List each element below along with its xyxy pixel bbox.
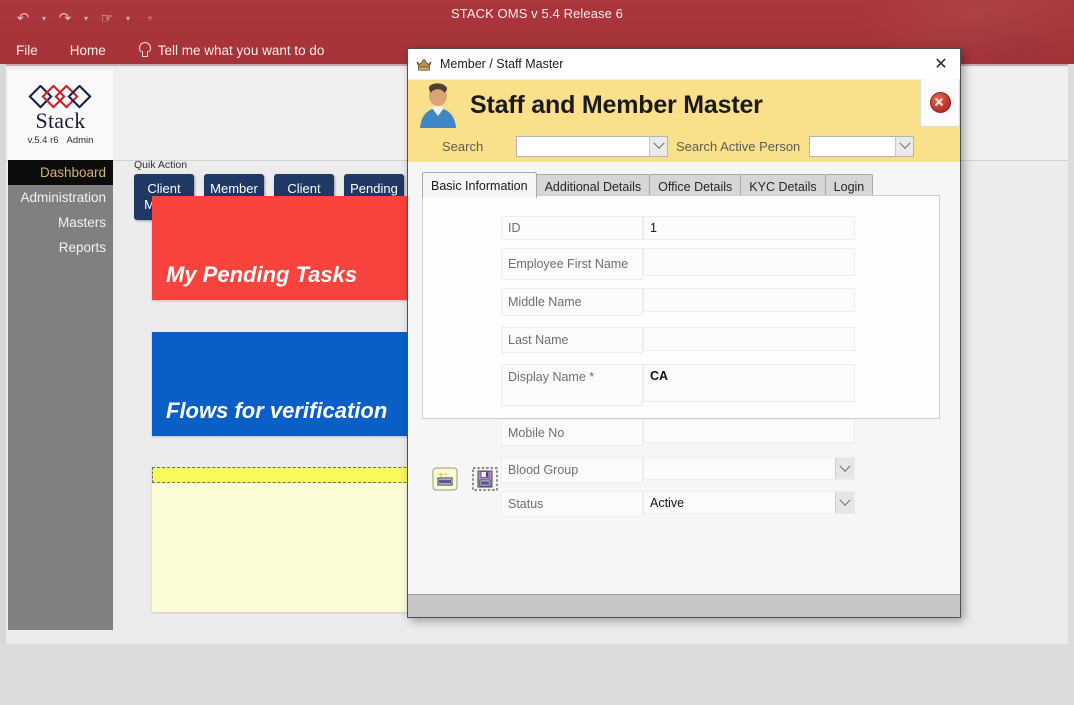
dialog-close-icon[interactable]: ✕ bbox=[926, 51, 956, 77]
btn-line1: Client bbox=[287, 181, 321, 196]
label-blood-group: Blood Group bbox=[501, 457, 643, 483]
search-active-person-combobox[interactable] bbox=[809, 135, 915, 157]
label-employee-first-name: Employee First Name bbox=[501, 248, 643, 280]
select-status[interactable]: Active bbox=[643, 491, 855, 514]
dialog-close-button[interactable] bbox=[920, 79, 960, 127]
sidebar-item-dashboard[interactable]: Dashboard bbox=[8, 160, 113, 185]
btn-line1: Client bbox=[147, 181, 181, 196]
dialog-title: Member / Staff Master bbox=[440, 57, 564, 71]
field-row-middle-name: Middle Name bbox=[501, 288, 855, 316]
tile-label: Flows for verification bbox=[166, 398, 388, 423]
field-row-mobile-no: Mobile No bbox=[501, 419, 855, 446]
basic-information-form: ID 1 Employee First Name Middle Name Las… bbox=[422, 195, 940, 517]
btn-line1: Pending bbox=[350, 181, 398, 196]
input-last-name[interactable] bbox=[643, 327, 855, 351]
new-record-icon[interactable] bbox=[432, 467, 458, 491]
field-row-last-name: Last Name bbox=[501, 327, 855, 353]
tell-me-label: Tell me what you want to do bbox=[157, 42, 325, 58]
save-record-icon[interactable] bbox=[472, 467, 498, 491]
page-background-bottom bbox=[0, 644, 1074, 705]
chevron-down-icon[interactable] bbox=[835, 492, 854, 513]
ribbon-tab-file[interactable]: File bbox=[0, 36, 54, 64]
search-combobox[interactable] bbox=[516, 135, 668, 157]
label-last-name: Last Name bbox=[501, 327, 643, 353]
lightbulb-icon bbox=[138, 42, 151, 58]
ribbon-tab-home[interactable]: Home bbox=[54, 36, 122, 64]
input-employee-first-name[interactable] bbox=[643, 248, 855, 276]
user-avatar-icon bbox=[420, 83, 456, 128]
select-blood-group[interactable] bbox=[643, 457, 855, 480]
logo-role: Admin bbox=[66, 134, 94, 146]
logo-version-role: v.5.4 r6 Admin bbox=[28, 135, 94, 146]
tab-basic-information[interactable]: Basic Information bbox=[422, 172, 537, 198]
tile-label: My Pending Tasks bbox=[166, 262, 358, 287]
selected-status: Active bbox=[650, 495, 685, 510]
window-title: STACK OMS v 5.4 Release 6 bbox=[450, 6, 624, 21]
field-row-display-name: Display Name * CA bbox=[501, 364, 855, 406]
label-id: ID bbox=[501, 216, 643, 240]
stack-logo-icon bbox=[27, 84, 92, 109]
search-active-person-label: Search Active Person bbox=[676, 138, 801, 154]
dialog-status-bar bbox=[408, 594, 960, 617]
field-row-employee-first-name: Employee First Name bbox=[501, 248, 855, 280]
btn-line1: Member bbox=[210, 181, 258, 196]
tell-me-box[interactable]: Tell me what you want to do bbox=[122, 42, 325, 58]
sidebar-nav: Dashboard Administration Masters Reports bbox=[8, 160, 113, 630]
search-label: Search bbox=[442, 138, 484, 154]
dialog-banner: Staff and Member Master bbox=[408, 79, 960, 130]
input-middle-name[interactable] bbox=[643, 288, 855, 312]
label-status: Status bbox=[501, 491, 643, 517]
chevron-down-icon[interactable] bbox=[835, 458, 854, 479]
quik-action-label: Quik Action bbox=[134, 159, 188, 171]
field-row-id: ID 1 bbox=[501, 216, 855, 240]
screen: ↶ ▾ ↷ ▾ ☞ ▾ ▿ STACK OMS v 5.4 Release 6 … bbox=[0, 0, 1074, 705]
input-display-name[interactable]: CA bbox=[643, 364, 855, 402]
dialog-search-row: Search Search Active Person bbox=[408, 130, 960, 162]
input-mobile-no[interactable] bbox=[643, 419, 855, 443]
sidebar-item-masters[interactable]: Masters bbox=[8, 210, 113, 235]
close-circle-icon bbox=[929, 92, 951, 113]
chevron-down-icon[interactable] bbox=[649, 136, 667, 156]
label-mobile-no: Mobile No bbox=[501, 419, 643, 446]
member-staff-master-dialog: Member / Staff Master ✕ Staff and Member… bbox=[407, 48, 961, 618]
dialog-body: Basic Information Additional Details Off… bbox=[408, 162, 960, 617]
dialog-titlebar[interactable]: Member / Staff Master ✕ bbox=[408, 49, 960, 80]
input-id[interactable]: 1 bbox=[643, 216, 855, 240]
label-middle-name: Middle Name bbox=[501, 288, 643, 316]
field-row-blood-group: Blood Group bbox=[501, 457, 855, 483]
sidebar-item-reports[interactable]: Reports bbox=[8, 235, 113, 260]
app-logo: Stack v.5.4 r6 Admin bbox=[8, 70, 113, 160]
crown-icon bbox=[416, 58, 432, 71]
dialog-heading: Staff and Member Master bbox=[470, 90, 763, 119]
logo-version: v.5.4 r6 bbox=[27, 134, 59, 146]
label-display-name: Display Name * bbox=[501, 364, 643, 406]
dialog-toolbar bbox=[432, 467, 498, 491]
sidebar-item-administration[interactable]: Administration bbox=[8, 185, 113, 210]
field-row-status: Status Active bbox=[501, 491, 855, 517]
chevron-down-icon[interactable] bbox=[895, 136, 914, 156]
logo-wordmark: Stack bbox=[35, 107, 86, 133]
